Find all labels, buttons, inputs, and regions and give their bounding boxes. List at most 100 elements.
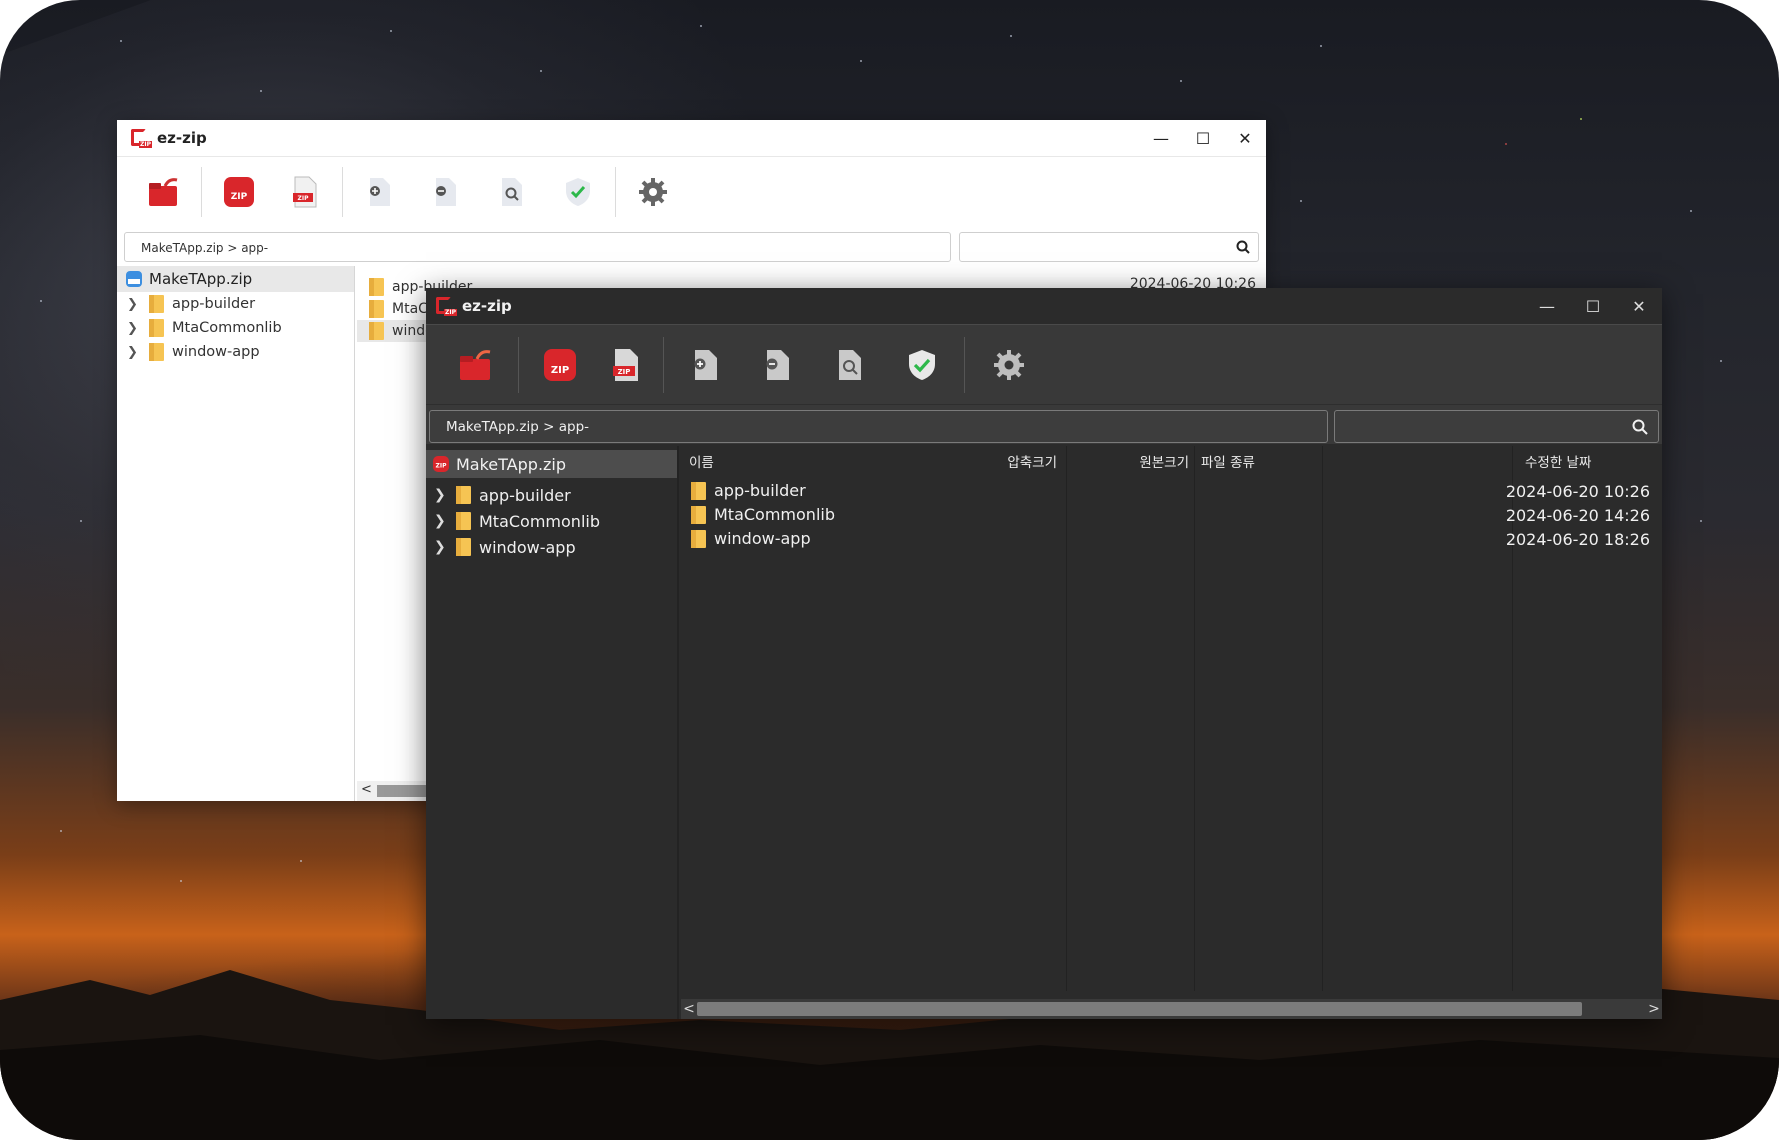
add-file-icon xyxy=(694,349,717,380)
verify-button[interactable] xyxy=(545,164,611,220)
scrollbar-thumb[interactable] xyxy=(697,1002,1582,1016)
folder-icon xyxy=(691,481,706,500)
tree-item[interactable]: ❯ window-app xyxy=(117,340,354,364)
tree-root[interactable]: MakeTApp.zip xyxy=(117,266,354,292)
folder-icon xyxy=(149,319,164,337)
compress-button[interactable]: ZIP xyxy=(206,164,272,220)
tree-item[interactable]: ❯ MtaCommonlib xyxy=(426,508,677,534)
svg-text:ZIP: ZIP xyxy=(231,192,248,202)
tree-root[interactable]: ZIP MakeTApp.zip xyxy=(426,450,677,478)
folder-icon xyxy=(149,295,164,313)
toolbar: ZIP ZIP xyxy=(426,324,1662,404)
search-input[interactable] xyxy=(1334,410,1659,443)
address-bar[interactable]: MakeTApp.zip > app- xyxy=(429,410,1328,443)
app-title: ez-zip xyxy=(157,129,207,147)
dark-theme-window: ZIP ez-zip — ☐ ✕ ZIP ZIP MakeTApp.zip > … xyxy=(426,288,1662,1019)
expand-chevron-icon[interactable]: ❯ xyxy=(127,321,143,336)
zip-extract-icon: ZIP xyxy=(293,176,317,207)
open-button[interactable] xyxy=(131,164,197,220)
zip-archive-icon: ZIP xyxy=(433,456,449,472)
zip-compress-icon: ZIP xyxy=(544,348,576,381)
folder-icon xyxy=(369,322,384,340)
tree-item[interactable]: ❯ app-builder xyxy=(426,482,677,508)
tree-item[interactable]: ❯ MtaCommonlib xyxy=(117,316,354,340)
scroll-left-icon[interactable]: < xyxy=(361,782,372,797)
column-header-modified-date[interactable]: 수정한 날짜 xyxy=(1525,446,1591,476)
zip-compress-icon: ZIP xyxy=(224,176,254,207)
svg-text:ZIP: ZIP xyxy=(298,195,310,202)
column-header-original-size[interactable]: 원본크기 xyxy=(1093,446,1189,476)
toolbar: ZIP ZIP xyxy=(117,156,1266,226)
folder-tree: MakeTApp.zip ❯ app-builder ❯ MtaCommonlib … xyxy=(117,266,355,801)
folder-icon xyxy=(149,343,164,361)
table-row[interactable]: window-app 2024-06-20 18:26 xyxy=(681,527,1662,551)
app-title: ez-zip xyxy=(462,297,512,315)
column-header-compressed-size[interactable]: 압축크기 xyxy=(961,446,1057,476)
folder-icon xyxy=(456,486,471,504)
search-icon[interactable] xyxy=(1632,419,1648,435)
scroll-left-icon[interactable]: < xyxy=(681,999,697,1019)
open-icon xyxy=(149,177,178,206)
maximize-button[interactable]: ☐ xyxy=(1570,288,1616,324)
remove-file-button[interactable] xyxy=(413,164,479,220)
view-file-button[interactable] xyxy=(479,164,545,220)
app-logo-icon: ZIP xyxy=(131,129,152,148)
settings-icon xyxy=(639,177,667,206)
app-logo-icon: ZIP xyxy=(436,297,457,316)
expand-chevron-icon[interactable]: ❯ xyxy=(434,487,450,503)
expand-chevron-icon[interactable]: ❯ xyxy=(434,539,450,555)
close-button[interactable]: ✕ xyxy=(1224,120,1266,156)
minimize-button[interactable]: — xyxy=(1140,120,1182,156)
maximize-button[interactable]: ☐ xyxy=(1182,120,1224,156)
extract-button[interactable]: ZIP xyxy=(272,164,338,220)
title-bar[interactable]: ZIP ez-zip — ☐ ✕ xyxy=(117,120,1266,156)
settings-button[interactable] xyxy=(971,337,1047,393)
expand-chevron-icon[interactable]: ❯ xyxy=(434,513,450,529)
expand-chevron-icon[interactable]: ❯ xyxy=(127,297,143,312)
remove-file-icon xyxy=(436,177,456,206)
folder-icon xyxy=(369,278,384,296)
folder-icon xyxy=(456,512,471,530)
verify-icon xyxy=(909,349,935,380)
table-row[interactable]: app-builder 2024-06-20 10:26 xyxy=(681,479,1662,503)
tree-item[interactable]: ❯ window-app xyxy=(426,534,677,560)
address-bar[interactable]: MakeTApp.zip > app- xyxy=(124,232,951,262)
column-header-name[interactable]: 이름 xyxy=(689,446,714,476)
zip-extract-icon: ZIP xyxy=(613,348,638,381)
minimize-button[interactable]: — xyxy=(1524,288,1570,324)
svg-text:ZIP: ZIP xyxy=(551,365,569,376)
view-file-button[interactable] xyxy=(814,337,886,393)
verify-icon xyxy=(566,177,590,206)
title-bar[interactable]: ZIP ez-zip — ☐ ✕ xyxy=(426,288,1662,324)
add-file-icon xyxy=(370,177,390,206)
expand-chevron-icon[interactable]: ❯ xyxy=(127,345,143,360)
extract-button[interactable]: ZIP xyxy=(595,337,657,393)
search-input[interactable] xyxy=(959,232,1259,262)
search-icon[interactable] xyxy=(1236,240,1250,254)
file-list: 이름 압축크기 원본크기 파일 종류 수정한 날짜 app-builder 20… xyxy=(681,446,1662,1019)
folder-icon xyxy=(456,538,471,556)
tree-item[interactable]: ❯ app-builder xyxy=(117,292,354,316)
settings-button[interactable] xyxy=(620,164,686,220)
compress-button[interactable]: ZIP xyxy=(525,337,595,393)
folder-icon xyxy=(369,300,384,318)
settings-icon xyxy=(994,349,1024,380)
svg-text:ZIP: ZIP xyxy=(618,368,631,376)
view-file-icon xyxy=(839,349,861,380)
table-row[interactable]: MtaCommonlib 2024-06-20 14:26 xyxy=(681,503,1662,527)
remove-file-button[interactable] xyxy=(742,337,814,393)
add-file-button[interactable] xyxy=(347,164,413,220)
add-file-button[interactable] xyxy=(670,337,742,393)
view-file-icon xyxy=(502,177,522,206)
remove-file-icon xyxy=(766,349,789,380)
open-button[interactable] xyxy=(440,337,512,393)
verify-button[interactable] xyxy=(886,337,958,393)
folder-icon xyxy=(691,505,706,524)
scroll-right-icon[interactable]: > xyxy=(1646,999,1662,1019)
horizontal-scrollbar[interactable]: < > xyxy=(681,999,1662,1019)
folder-tree: ZIP MakeTApp.zip ❯ app-builder ❯ MtaCommon… xyxy=(426,446,679,1019)
close-button[interactable]: ✕ xyxy=(1616,288,1662,324)
column-header-file-type[interactable]: 파일 종류 xyxy=(1201,446,1255,476)
svg-text:ZIP: ZIP xyxy=(436,463,448,470)
open-icon xyxy=(460,349,491,380)
